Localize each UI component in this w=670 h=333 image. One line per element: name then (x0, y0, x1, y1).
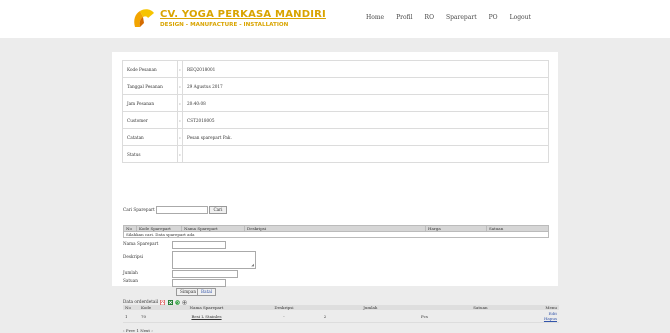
search-input[interactable] (156, 206, 209, 214)
info-row: Catatan : Pesan sparepart Pak. (122, 128, 549, 146)
deskripsi-row: Deskripsi (123, 254, 143, 259)
satuan-label: Satuan (123, 278, 138, 283)
hapus-link[interactable]: Hapus (544, 316, 557, 321)
info-label: Customer (122, 111, 178, 129)
pdf-icon[interactable] (160, 299, 166, 305)
info-value: Pesan sparepart Pak. (182, 128, 549, 146)
nav-home[interactable]: Home (366, 14, 384, 21)
orderdetail-label-row: Data orderdetail (123, 299, 188, 305)
jumlah-input[interactable] (172, 270, 238, 278)
info-label: Status (122, 145, 178, 163)
nav-po[interactable]: PO (489, 14, 498, 21)
add-icon[interactable] (182, 299, 188, 305)
row-deskripsi: - (246, 310, 322, 323)
empty-message: Silahkan cari. Data sparepart ada (123, 231, 549, 238)
refresh-icon[interactable] (175, 299, 180, 305)
table-row: 1 70 Besi L Stainles - 2 Pcs Edit Hapus (123, 310, 559, 323)
jumlah-label: Jumlah (123, 270, 138, 275)
info-row: Jam Pesanan : 20:40:08 (122, 94, 549, 112)
info-row: Tanggal Pesanan : 29 Agustus 2017 (122, 77, 549, 95)
satuan-row: Satuan (123, 278, 138, 283)
info-row: Status : (122, 145, 549, 163)
pagination-text[interactable]: ‹ Prev 1 Next › (123, 328, 153, 333)
logo-title: CV. YOGA PERKASA MANDIRI (160, 9, 326, 20)
site-header: CV. YOGA PERKASA MANDIRI DESIGN - MANUFA… (0, 0, 670, 38)
excel-icon[interactable] (167, 299, 173, 305)
info-value: REQ2018001 (182, 60, 549, 78)
info-value: 20:40:08 (182, 94, 549, 112)
nama-sparepart-input[interactable] (172, 241, 226, 249)
deskripsi-textarea[interactable]: ◢ (172, 251, 256, 269)
content-panel: Kode Pesanan : REQ2018001 Tanggal Pesana… (112, 52, 559, 333)
nav-ro[interactable]: RO (425, 14, 434, 21)
orderdetail-label: Data orderdetail (123, 299, 159, 304)
row-kode: 70 (138, 310, 167, 323)
jumlah-row: Jumlah (123, 270, 138, 275)
resize-handle-icon[interactable]: ◢ (251, 263, 254, 267)
pagination[interactable]: ‹ Prev 1 Next › (123, 328, 153, 333)
main-nav: Home Profil RO Sparepart PO Logout (366, 14, 543, 21)
order-info-table: Kode Pesanan : REQ2018001 Tanggal Pesana… (122, 60, 549, 163)
nav-logout[interactable]: Logout (510, 14, 531, 21)
row-no: 1 (123, 310, 139, 323)
search-row: Cari Sparepart Cari (123, 206, 227, 214)
search-button[interactable]: Cari (209, 206, 227, 214)
nav-profil[interactable]: Profil (396, 14, 412, 21)
info-row: Customer : CST2018005 (122, 111, 549, 129)
batal-button[interactable]: Batal (197, 288, 217, 296)
nama-row: Nama Sparepart (123, 241, 158, 246)
info-row: Kode Pesanan : REQ2018001 (122, 60, 549, 78)
logo-subtitle: DESIGN - MANUFACTURE - INSTALLATION (160, 22, 289, 28)
info-label: Catatan (122, 128, 178, 146)
row-nama[interactable]: Besi L Stainles (166, 310, 247, 323)
nav-sparepart[interactable]: Sparepart (446, 14, 477, 21)
logo-mark-icon (134, 9, 154, 27)
info-value (182, 145, 549, 163)
row-menu: Edit Hapus (541, 310, 559, 323)
search-results-table: No Kode Sparepart Nama Sparepart Deskrip… (123, 225, 549, 238)
nama-label: Nama Sparepart (123, 241, 159, 246)
row-satuan: Pcs (418, 310, 542, 323)
company-logo[interactable]: CV. YOGA PERKASA MANDIRI DESIGN - MANUFA… (130, 6, 326, 32)
column-header: Menu (541, 305, 559, 310)
info-label: Jam Pesanan (122, 94, 178, 112)
info-label: Tanggal Pesanan (122, 77, 178, 95)
search-label: Cari Sparepart (123, 207, 155, 212)
info-value: CST2018005 (182, 111, 549, 129)
info-label: Kode Pesanan (122, 60, 178, 78)
deskripsi-label: Deskripsi (123, 254, 144, 259)
info-value: 29 Agustus 2017 (182, 77, 549, 95)
orderdetail-table: No Kode Nama Sparepart Deskripsi Jumlah … (123, 305, 559, 323)
results-empty-row: Silahkan cari. Data sparepart ada (123, 231, 549, 238)
row-jumlah: 2 (321, 310, 419, 323)
